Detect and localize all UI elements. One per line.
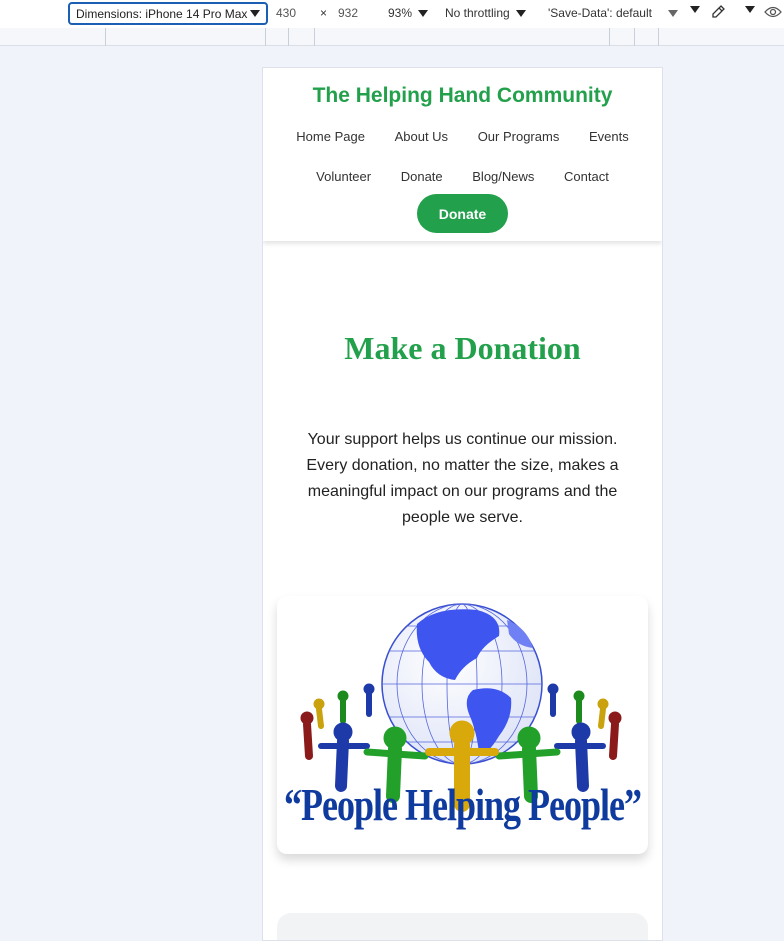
logo-slogan: “People Helping People” xyxy=(284,780,642,830)
page-title: Make a Donation xyxy=(344,330,581,366)
chevron-down-icon xyxy=(745,6,755,13)
eye-icon[interactable] xyxy=(764,5,782,19)
nav-volunteer[interactable]: Volunteer xyxy=(316,169,371,184)
vision-dropdown[interactable] xyxy=(745,6,755,13)
times-icon: × xyxy=(320,6,328,20)
nav-events[interactable]: Events xyxy=(589,129,629,144)
chevron-down-icon xyxy=(667,9,678,17)
people-helping-people-logo: “People Helping People” xyxy=(277,596,648,854)
device-viewport: The Helping Hand Community Home Page Abo… xyxy=(262,67,663,941)
nav-contact[interactable]: Contact xyxy=(564,169,609,184)
chevron-down-icon xyxy=(690,6,700,13)
nav-home[interactable]: Home Page xyxy=(296,129,365,144)
height-input[interactable]: 932 xyxy=(338,6,358,20)
donate-button[interactable]: Donate xyxy=(417,194,508,233)
dimensions-dropdown[interactable]: Dimensions: iPhone 14 Pro Max xyxy=(68,2,268,25)
chevron-down-icon xyxy=(515,9,526,17)
next-section-card xyxy=(277,913,648,940)
main-nav-row-2: Volunteer Donate Blog/News Contact xyxy=(263,169,662,184)
chevron-down-icon xyxy=(250,10,260,17)
more-dropdown[interactable] xyxy=(690,6,700,13)
throttling-dropdown[interactable]: No throttling xyxy=(445,6,526,20)
media-query-ruler xyxy=(0,28,784,46)
nav-about[interactable]: About Us xyxy=(395,129,448,144)
site-title[interactable]: The Helping Hand Community xyxy=(263,84,662,108)
dimensions-label: Dimensions: iPhone 14 Pro Max xyxy=(76,6,248,21)
site-header: The Helping Hand Community Home Page Abo… xyxy=(263,68,662,241)
devtools-toolbar: Dimensions: iPhone 14 Pro Max 430 × 932 … xyxy=(0,0,784,28)
zoom-dropdown[interactable]: 93% xyxy=(388,6,429,20)
width-input[interactable]: 430 xyxy=(276,6,296,20)
eyedropper-icon[interactable] xyxy=(710,4,726,20)
save-data-dropdown[interactable]: 'Save-Data': default xyxy=(548,6,678,20)
chevron-down-icon xyxy=(418,9,429,17)
nav-programs[interactable]: Our Programs xyxy=(478,129,560,144)
main-nav-row-1: Home Page About Us Our Programs Events xyxy=(263,129,662,144)
nav-blog[interactable]: Blog/News xyxy=(472,169,534,184)
nav-donate[interactable]: Donate xyxy=(401,169,443,184)
donation-description: Your support helps us continue our missi… xyxy=(306,431,619,526)
